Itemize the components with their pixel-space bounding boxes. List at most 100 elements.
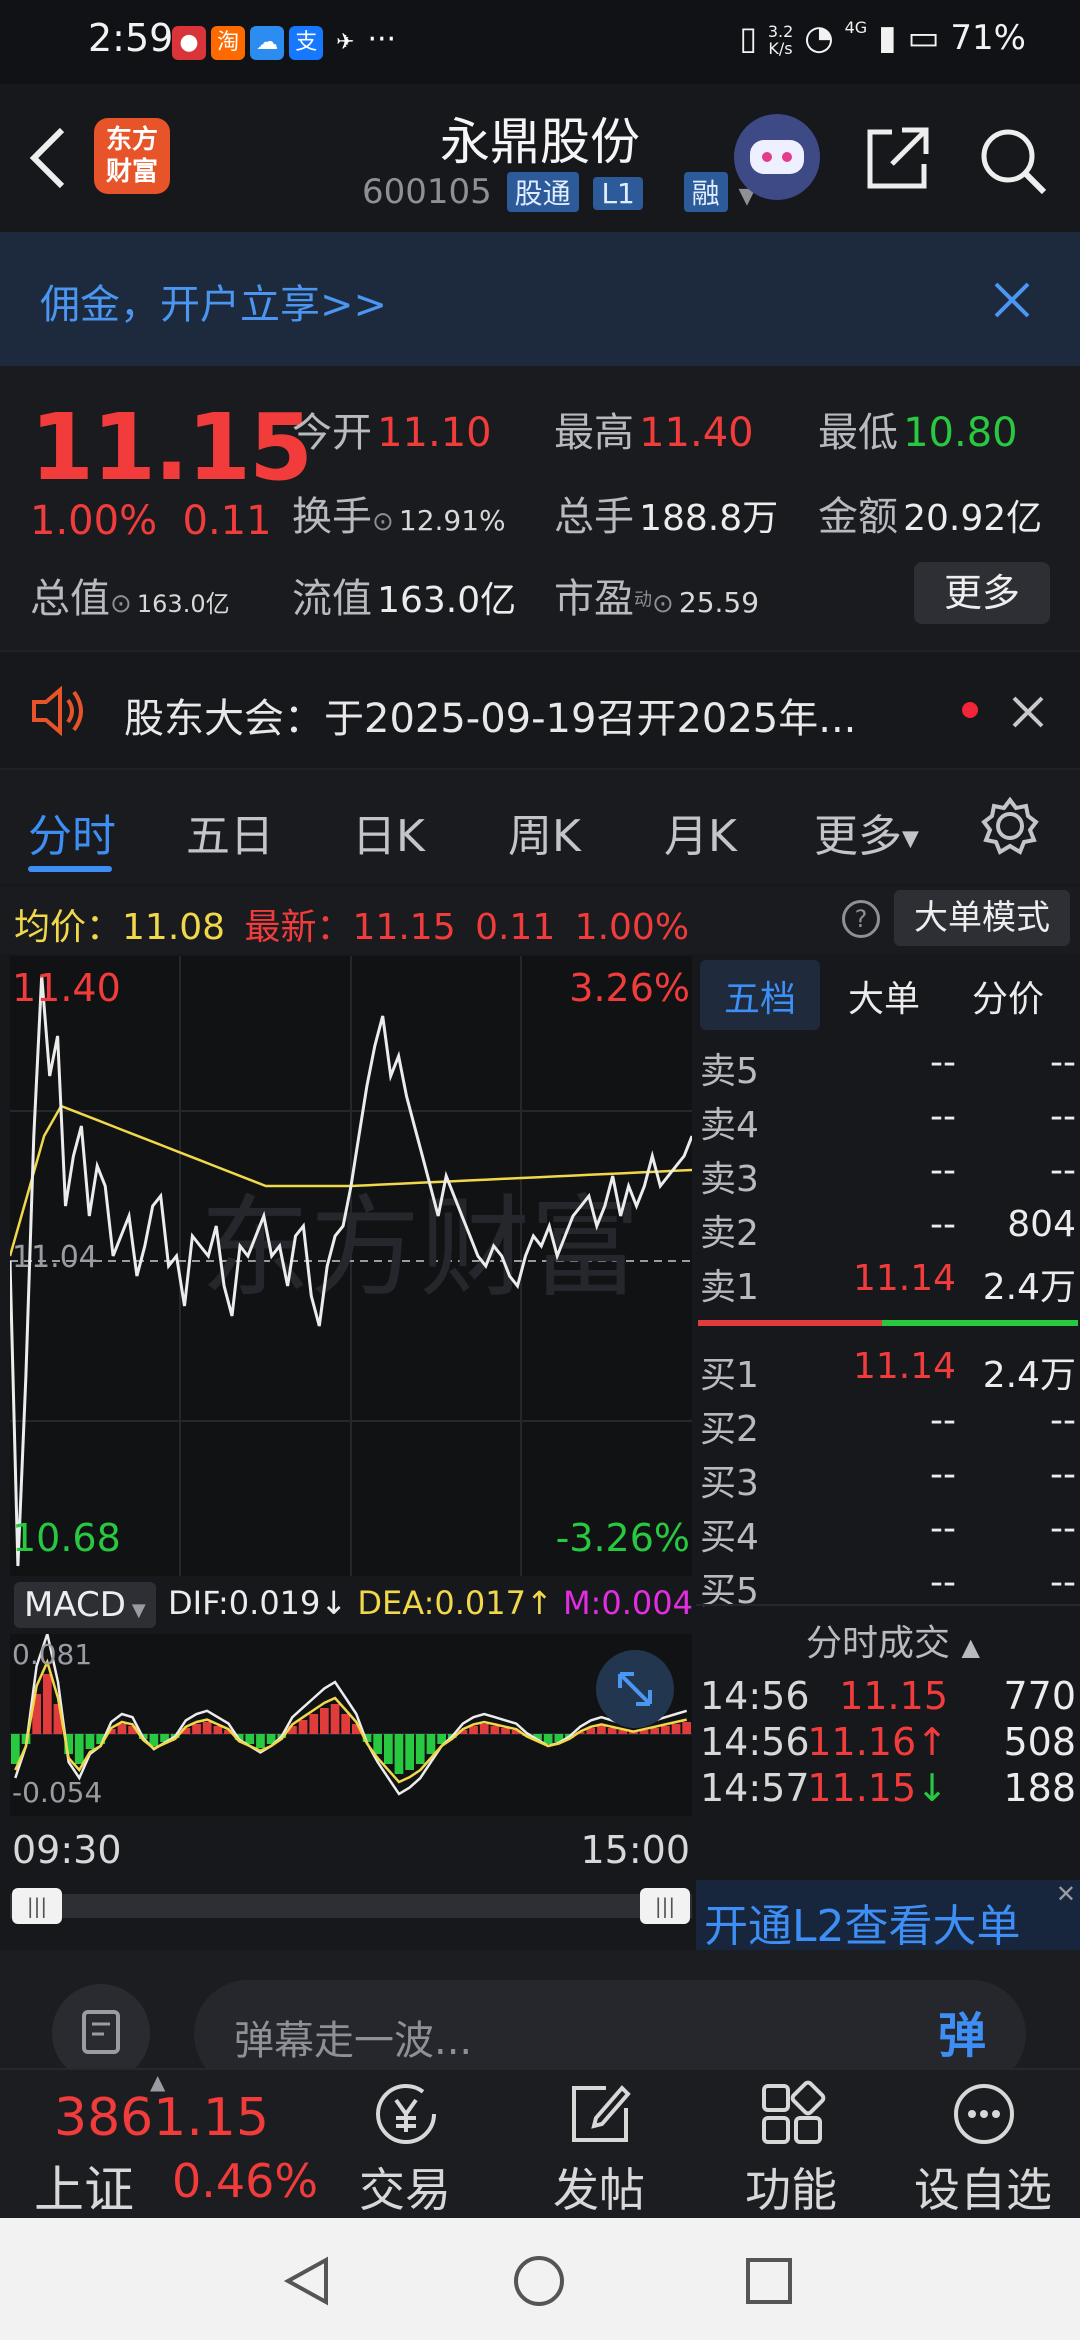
notice-bar[interactable]: 股东大会：于2025-09-19召开2025年... bbox=[0, 650, 1080, 766]
bid-row: 买3 -- -- bbox=[700, 1454, 1076, 1508]
latest-pct: 1.00% bbox=[574, 907, 690, 948]
macd-bar bbox=[426, 1734, 436, 1754]
level-label: 卖4 bbox=[700, 1105, 759, 1146]
info-icon[interactable]: ⊙ bbox=[652, 589, 674, 619]
trade-time: 14:56 bbox=[700, 1674, 810, 1718]
slider-right-handle[interactable]: ||| bbox=[640, 1888, 690, 1924]
low-field: 最低 10.80 bbox=[818, 410, 1018, 456]
more-notifications-icon: ··· bbox=[367, 22, 397, 57]
tab-price-dist[interactable]: 分价 bbox=[972, 970, 1044, 1022]
level-price: -- bbox=[930, 1454, 956, 1495]
danmu-toggle-button[interactable]: 弹 bbox=[922, 1996, 1002, 2072]
macd-bar bbox=[245, 1734, 255, 1744]
ask-row: 卖4 -- -- bbox=[700, 1096, 1076, 1150]
intraday-chart-svg: 东方财富 bbox=[10, 956, 692, 1576]
alipay-icon: 支 bbox=[289, 26, 324, 60]
macd-panel[interactable]: MACD▼ DIF:0.019↓ DEA:0.017↑ M:0.004↓ 0.0… bbox=[10, 1576, 720, 1816]
more-button[interactable]: 更多 bbox=[914, 562, 1050, 624]
nav-functions[interactable]: 功能 bbox=[716, 2070, 866, 2220]
amount-value: 20.92亿 bbox=[903, 498, 1043, 539]
slider-left-handle[interactable]: ||| bbox=[12, 1888, 62, 1924]
float-cap-value: 163.0亿 bbox=[377, 580, 517, 621]
clock: 2:59 bbox=[88, 16, 174, 60]
tab-daily-k[interactable]: 日K bbox=[352, 800, 425, 864]
search-icon[interactable] bbox=[976, 124, 1050, 198]
close-icon[interactable] bbox=[992, 280, 1032, 320]
level-label: 买1 bbox=[700, 1355, 759, 1396]
stock-header: 东方 财富 永鼎股份 600105 股通 L1 融 ▼ bbox=[0, 84, 1080, 232]
level-label: 卖2 bbox=[700, 1213, 759, 1254]
level-label: 买4 bbox=[700, 1517, 759, 1558]
macd-bar bbox=[469, 1726, 478, 1734]
bid-row: 买4 -- -- bbox=[700, 1508, 1076, 1562]
tab-big-orders[interactable]: 大单 bbox=[848, 970, 920, 1022]
macd-dif: DIF:0.019↓ bbox=[168, 1584, 348, 1622]
settings-icon[interactable] bbox=[980, 796, 1040, 856]
robot-assistant-icon[interactable] bbox=[734, 114, 820, 200]
promo-banner[interactable]: 佣金，开户立享>> bbox=[0, 232, 1080, 366]
help-icon[interactable]: ? bbox=[842, 900, 880, 938]
index-ticker[interactable]: ▲ 3861.15 上证 0.46% bbox=[30, 2070, 320, 2220]
float-cap-field: 流值 163.0亿 bbox=[292, 576, 517, 622]
macd-selector[interactable]: MACD ▼ bbox=[14, 1582, 156, 1628]
margin-tag: 融 bbox=[683, 172, 728, 212]
macd-header: MACD▼ DIF:0.019↓ DEA:0.017↑ M:0.004↓ bbox=[10, 1576, 720, 1634]
level-price: 11.14 bbox=[852, 1346, 956, 1387]
bid-row: 买2 -- -- bbox=[700, 1400, 1076, 1454]
tab-weekly-k[interactable]: 周K bbox=[508, 800, 581, 864]
chart-max-price: 11.40 bbox=[12, 966, 121, 1010]
huawei-app-icon: ● bbox=[172, 26, 206, 60]
expand-icon[interactable] bbox=[596, 1650, 674, 1728]
close-icon[interactable]: ✕ bbox=[1056, 1880, 1076, 1908]
high-value: 11.40 bbox=[639, 410, 754, 456]
bottom-nav: ▲ 3861.15 上证 0.46% 交易 发帖 功能 设自选 bbox=[0, 2068, 1080, 2220]
wifi-icon: ◔ bbox=[804, 18, 834, 58]
level-label: 买5 bbox=[700, 1571, 759, 1612]
close-icon[interactable] bbox=[1010, 694, 1046, 730]
back-triangle-icon[interactable] bbox=[282, 2256, 332, 2306]
level-volume: 804 bbox=[1007, 1204, 1076, 1245]
high-field: 最高 11.40 bbox=[554, 410, 754, 456]
home-circle-icon[interactable] bbox=[512, 2254, 566, 2308]
low-value: 10.80 bbox=[903, 410, 1018, 456]
level-volume: -- bbox=[1050, 1454, 1076, 1495]
more-circle-icon bbox=[954, 2084, 1014, 2144]
trade-volume: 188 bbox=[1003, 1766, 1076, 1810]
level-volume: -- bbox=[1050, 1096, 1076, 1137]
quote-panel: 11.15 1.00% 0.11 今开 11.10 最高 11.40 最低 10… bbox=[0, 366, 1080, 650]
tab-more[interactable]: 更多▼ bbox=[814, 800, 919, 864]
level-volume: -- bbox=[1050, 1150, 1076, 1191]
bid-row: 买5 -- -- bbox=[700, 1562, 1076, 1616]
recents-square-icon[interactable] bbox=[744, 2256, 794, 2306]
nav-add-watchlist[interactable]: 设自选 bbox=[908, 2070, 1058, 2220]
l2-upsell-text: 开通L2查看大单 bbox=[704, 1901, 1021, 1952]
tab-five-levels[interactable]: 五档 bbox=[724, 970, 796, 1022]
level-tag: L1 bbox=[593, 177, 643, 210]
trades-title[interactable]: 分时成交 ▲ bbox=[806, 1614, 980, 1666]
macd-bar bbox=[394, 1734, 404, 1774]
intraday-chart[interactable]: 东方财富 11.40 3.26% 11.04 10.68 -3.26% bbox=[10, 956, 692, 1576]
paper-plane-icon: ✈ bbox=[336, 30, 355, 55]
info-icon[interactable]: ⊙ bbox=[372, 507, 394, 537]
level-label: 卖1 bbox=[700, 1267, 759, 1308]
level-volume: 2.4万 bbox=[982, 1355, 1076, 1396]
macd-bar bbox=[479, 1724, 489, 1734]
macd-bar bbox=[320, 1708, 329, 1734]
nav-post[interactable]: 发帖 bbox=[524, 2070, 674, 2220]
l2-upsell[interactable]: 开通L2查看大单 ✕ bbox=[696, 1880, 1080, 1952]
info-icon[interactable]: ⊙ bbox=[110, 589, 132, 619]
range-slider[interactable]: ||| ||| bbox=[10, 1880, 692, 1932]
cloud-icon: ☁ bbox=[250, 26, 285, 60]
status-bar: 2:59 ● 淘 ☁ 支 ✈ ··· ▯ 3.2 K/s ◔ 4G ▮ ▭ 71% bbox=[0, 0, 1080, 84]
tab-monthly-k[interactable]: 月K bbox=[664, 800, 737, 864]
speaker-icon bbox=[32, 686, 83, 736]
big-order-mode-button[interactable]: 大单模式 bbox=[894, 890, 1070, 946]
danmu-bar: 弹幕走一波... 弹 bbox=[0, 1950, 1080, 2088]
level-price: -- bbox=[930, 1150, 956, 1191]
nav-trade[interactable]: 交易 bbox=[330, 2070, 480, 2220]
battery-icon: ▭ bbox=[907, 18, 940, 58]
share-icon[interactable] bbox=[862, 124, 932, 194]
order-book-panel: 五档 大单 分价 卖5 -- -- 卖4 -- -- 卖3 -- -- 卖2 -- 804 卖1 11.1… bbox=[696, 956, 1080, 1816]
tab-intraday[interactable]: 分时 bbox=[28, 800, 116, 864]
tab-five-day[interactable]: 五日 bbox=[186, 800, 274, 864]
